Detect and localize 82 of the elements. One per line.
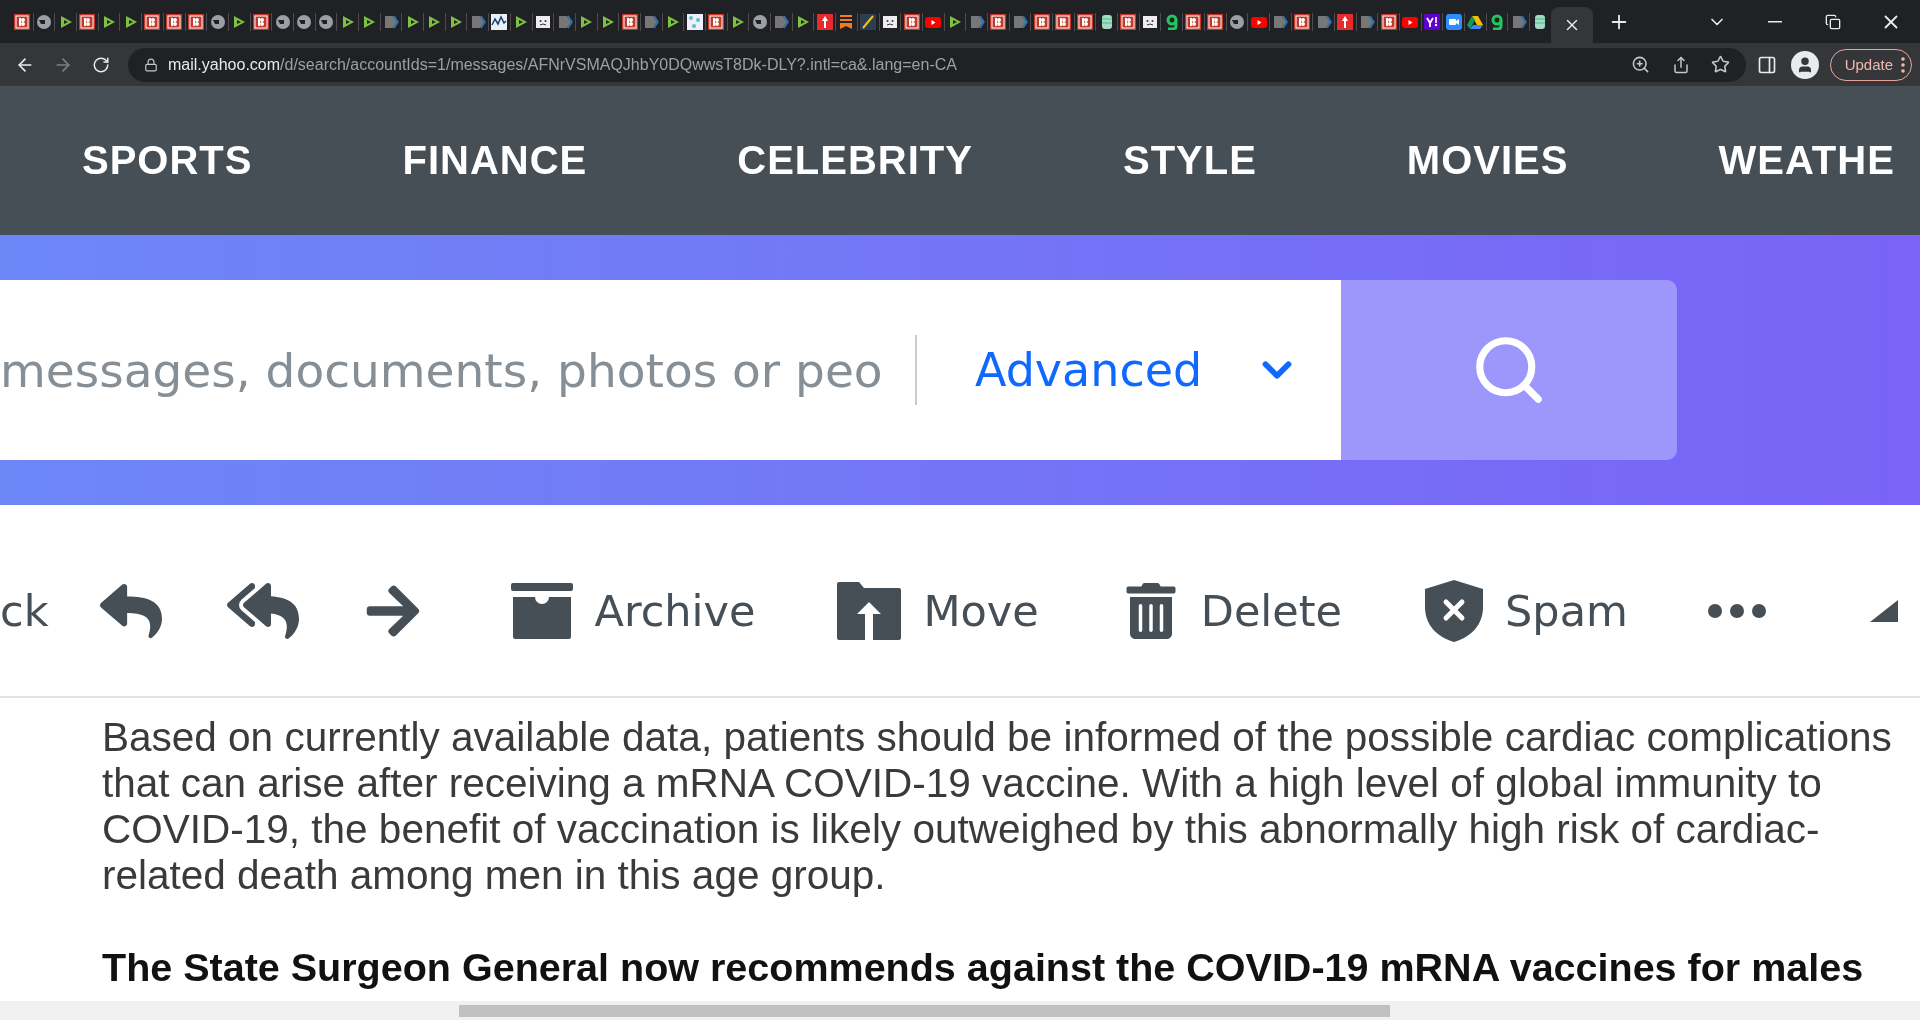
favicon-icon: [968, 13, 985, 30]
favicon-icon: [296, 13, 313, 30]
more-icon: [1707, 603, 1766, 618]
share-icon: [1671, 55, 1690, 74]
nav-link[interactable]: MOVIES: [1406, 138, 1569, 183]
favicon-icon: [1207, 13, 1224, 30]
favicon-icon: [686, 13, 703, 30]
favicon-icon: [144, 13, 161, 30]
favicon-icon: [751, 13, 768, 30]
favicon-icon: [1510, 13, 1527, 30]
favicon-icon: [621, 13, 638, 30]
folder-upload-icon: [837, 581, 902, 640]
favicon-icon: [838, 13, 855, 30]
message-paragraph: Based on currently available data, patients should be informed of the possible cardiac complications that can arise after receiving a mRNA COVID-19 vaccine. With a high level of global immunity to COVID-19, the benefit of vaccination is likely outweighed by this abnormally high risk of cardiac-related death among men in this age group.: [102, 714, 1893, 898]
archive-icon: [510, 582, 573, 639]
nav-link[interactable]: WEATHE: [1718, 138, 1895, 183]
nav-link[interactable]: CELEBRITY: [737, 138, 973, 183]
favicon-icon: [534, 13, 551, 30]
favicon-icon: [1380, 13, 1397, 30]
favicon-icon: [1445, 13, 1462, 30]
favicon-icon: [383, 13, 400, 30]
move-button[interactable]: Move: [837, 581, 1039, 640]
advanced-search-button[interactable]: Advanced: [975, 343, 1301, 397]
favicon-icon: [1185, 13, 1202, 30]
favicon-icon: [36, 13, 53, 30]
message-paragraph: The State Surgeon General now recommends against the COVID-19 mRNA vaccines for males: [102, 944, 1865, 990]
favicon-icon: [990, 13, 1007, 30]
favicon-icon: [773, 13, 790, 30]
favicon-icon: [643, 13, 660, 30]
favicon-icon: [209, 13, 226, 30]
favicon-icon: [1337, 13, 1354, 30]
up-triangle-icon: [1869, 599, 1898, 622]
favicon-icon: [1293, 13, 1310, 30]
favicon-icon: [252, 13, 269, 30]
favicon-icon: [469, 13, 486, 30]
favicon-icon: [1011, 13, 1028, 30]
favicon-icon: [1489, 13, 1506, 30]
scrollbar-thumb[interactable]: [459, 1004, 1390, 1017]
archive-button[interactable]: Archive: [510, 582, 756, 639]
avatar-icon: [1790, 50, 1819, 79]
favicon-icon: [187, 13, 204, 30]
lock-icon: [144, 57, 158, 72]
favicon-icon: [556, 13, 573, 30]
favicon-icon: [1424, 13, 1441, 30]
favicon-icon: [79, 13, 96, 30]
favicon-icon: [1228, 13, 1245, 30]
spam-button[interactable]: Spam: [1425, 579, 1628, 642]
nav-link[interactable]: FINANCE: [402, 138, 588, 183]
favicon-icon: [708, 13, 725, 30]
favicon-icon: [1120, 13, 1137, 30]
favicon-icon: [166, 13, 183, 30]
restore-icon: [1825, 13, 1841, 30]
side-panel-icon: [1756, 54, 1777, 75]
favicon-icon: [860, 13, 877, 30]
star-icon: [1711, 55, 1731, 74]
favicon-icon: [1358, 13, 1375, 30]
favicon-icon: [1055, 13, 1072, 30]
favicon-icon: [274, 13, 291, 30]
delete-button[interactable]: Delete: [1122, 582, 1343, 639]
zoom-in-icon: [1631, 55, 1651, 74]
search-bar[interactable]: messages, documents, photos or peo Advanced: [0, 280, 1341, 460]
kebab-icon: [1901, 56, 1905, 73]
scroll-up-button[interactable]: [1869, 599, 1898, 622]
favicon-icon: [317, 13, 334, 30]
favicon-icon: [491, 13, 508, 30]
favicon-icon: [903, 13, 920, 30]
favicon-icon: [1315, 13, 1332, 30]
nav-link[interactable]: STYLE: [1122, 138, 1257, 183]
back-button[interactable]: ck: [0, 585, 49, 636]
nav-link[interactable]: SPORTS: [82, 138, 253, 183]
minimize-icon: [1768, 20, 1782, 23]
more-button[interactable]: [1707, 603, 1766, 618]
favicon-icon: [1033, 13, 1050, 30]
favicon-icon: [1142, 13, 1159, 30]
shield-x-icon: [1425, 579, 1484, 642]
favicon-icon: [14, 13, 31, 30]
favicon-icon: [816, 13, 833, 30]
reload-icon: [92, 55, 110, 74]
favicon-icon: [881, 13, 898, 30]
favicon-icon: [1272, 13, 1289, 30]
favicon-icon: [1467, 13, 1484, 30]
favicon-icon: [1077, 13, 1094, 30]
